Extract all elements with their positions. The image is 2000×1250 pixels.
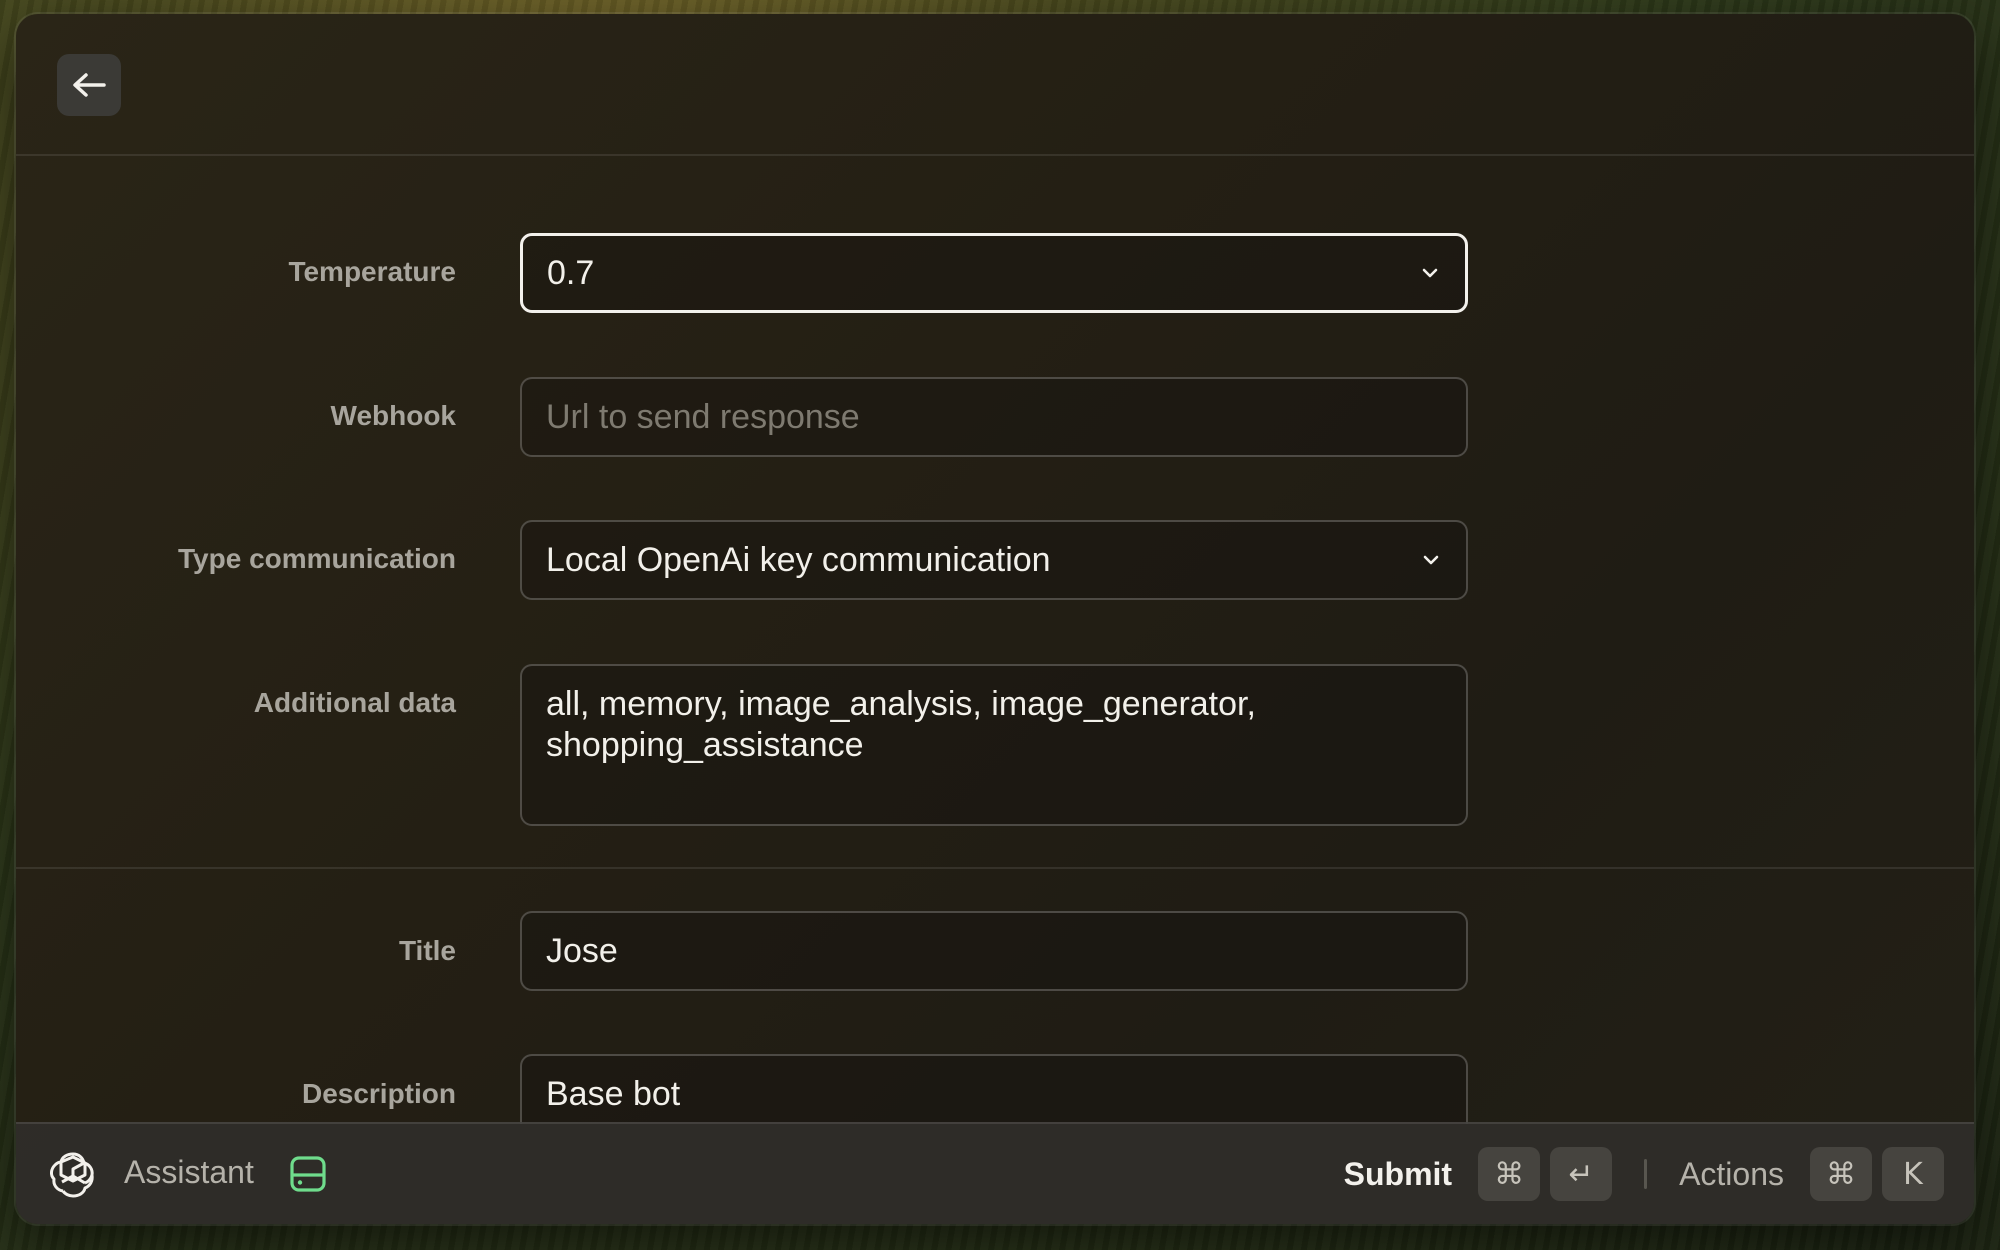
action-bar-right: Submit ⌘ ↵ Actions ⌘ K [1344,1146,1944,1202]
title-value: Jose [546,931,618,970]
temperature-value: 0.7 [547,253,595,292]
type-communication-label: Type communication [178,543,456,574]
webhook-input[interactable]: Url to send response [520,377,1468,457]
title-label: Title [398,935,456,966]
assistant-form: Temperature 0.7 Webhook Url to send resp… [16,156,1974,1124]
temperature-select[interactable]: 0.7 [520,233,1468,313]
enter-key-icon: ↵ [1550,1147,1613,1201]
chevron-down-icon [1420,549,1442,571]
top-bar [16,14,1974,156]
app-window: Temperature 0.7 Webhook Url to send resp… [16,14,1974,1224]
title-input[interactable]: Jose [520,911,1468,991]
command-key-icon: ⌘ [1810,1147,1872,1201]
openai-logo-icon [50,1152,94,1198]
command-key-icon: ⌘ [1478,1147,1541,1201]
description-value: Base bot [546,1074,681,1113]
action-separator [1644,1159,1648,1189]
description-input[interactable]: Base bot [520,1054,1468,1124]
additional-data-textarea[interactable]: all, memory, image_analysis, image_gener… [520,664,1468,826]
section-divider [16,867,1974,869]
webhook-placeholder: Url to send response [546,397,860,436]
arrow-left-icon [73,73,106,97]
chevron-down-icon [1419,262,1441,284]
additional-data-value: all, memory, image_analysis, image_gener… [546,685,1256,764]
submit-button[interactable]: Submit [1344,1156,1452,1193]
k-key: K [1882,1147,1944,1201]
back-button[interactable] [57,54,121,116]
type-communication-select[interactable]: Local OpenAi key communication [520,520,1468,600]
type-communication-value: Local OpenAi key communication [546,540,1051,579]
actions-button[interactable]: Actions [1679,1156,1784,1193]
command-title: Assistant [124,1154,254,1190]
temperature-label: Temperature [288,256,456,287]
hard-drive-icon [290,1156,326,1192]
description-label: Description [301,1078,456,1109]
webhook-label: Webhook [330,400,456,431]
action-bar: Assistant Submit ⌘ ↵ Actions ⌘ K [16,1122,1974,1224]
additional-data-label: Additional data [253,687,456,718]
